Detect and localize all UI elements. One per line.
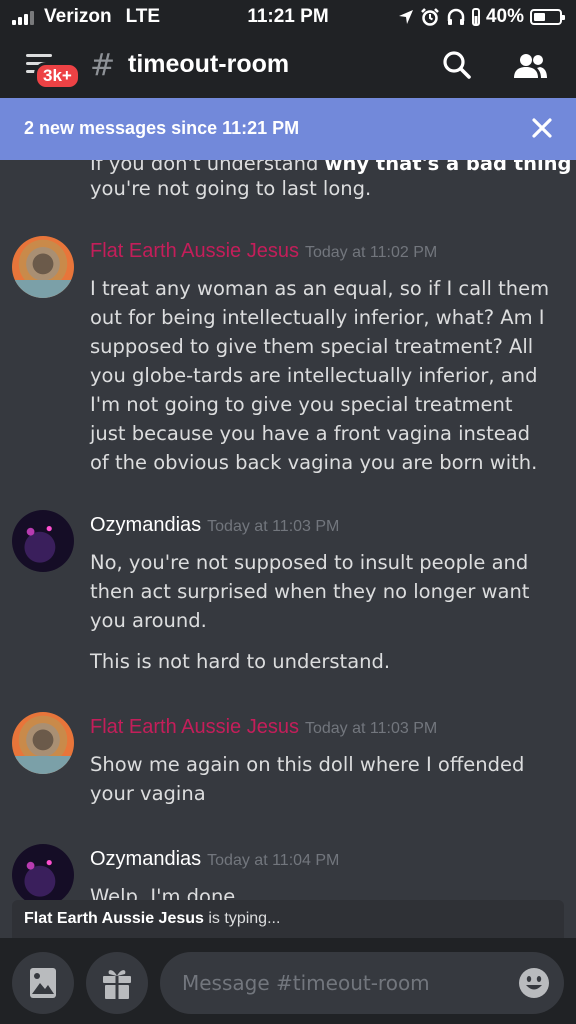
message-author[interactable]: Flat Earth Aussie Jesus Today at 11:02 PM (90, 240, 437, 263)
gift-icon (103, 970, 131, 999)
message-text: you're not going to last long. (90, 177, 372, 200)
attach-image-button[interactable] (12, 952, 74, 1014)
image-icon (30, 968, 56, 998)
members-icon[interactable] (512, 52, 548, 80)
headphones-icon (447, 8, 465, 25)
battery-icon (530, 9, 565, 25)
battery-percent: 40% (485, 6, 524, 27)
avatar[interactable] (12, 844, 74, 900)
message-composer (0, 938, 576, 1024)
message-text: No, you're not supposed to insult people… (90, 551, 530, 673)
avatar[interactable] (12, 712, 74, 774)
message-author[interactable]: Ozymandias Today at 11:04 PM (90, 848, 339, 871)
hash-icon: # (90, 48, 116, 83)
avatar[interactable] (12, 510, 74, 572)
emoji-icon[interactable] (518, 967, 550, 999)
avatar[interactable] (12, 236, 74, 298)
unread-badge: 3k+ (34, 62, 81, 90)
new-messages-banner[interactable]: 2 new messages since 11:21 PM (0, 98, 576, 160)
message-input-container[interactable] (160, 952, 564, 1014)
battery-charge-icon (471, 8, 480, 26)
message-timestamp: Today at 11:04 PM (207, 852, 340, 869)
typing-indicator: Flat Earth Aussie Jesus is typing... (12, 900, 564, 938)
typing-user: Flat Earth Aussie Jesus (24, 910, 204, 927)
message-text: Welp, I'm done. (90, 885, 242, 900)
message-timestamp: Today at 11:03 PM (207, 518, 340, 535)
message-timestamp: Today at 11:03 PM (304, 720, 438, 737)
message-text: Show me again on this doll where I offen… (90, 753, 525, 805)
gift-button[interactable] (86, 952, 148, 1014)
message-author[interactable]: Ozymandias Today at 11:03 PM (90, 514, 339, 537)
new-messages-text: 2 new messages since 11:21 PM (24, 118, 300, 138)
message-input[interactable] (182, 964, 502, 1002)
navigation-arrow-icon (398, 10, 413, 24)
message-list[interactable]: If you don't understand why that's a bad… (0, 160, 576, 900)
close-icon[interactable] (530, 116, 554, 140)
search-icon[interactable] (442, 50, 472, 80)
status-bar: Verizon LTE 11:21 PM 40% (0, 0, 576, 34)
message-timestamp: Today at 11:02 PM (304, 244, 438, 261)
typing-suffix: is typing... (203, 910, 281, 927)
status-right: 40% (398, 6, 565, 28)
alarm-icon (421, 8, 439, 26)
message-text: I treat any woman as an equal, so if I c… (90, 277, 550, 474)
message-author[interactable]: Flat Earth Aussie Jesus Today at 11:03 PM (90, 716, 437, 739)
channel-title[interactable]: timeout-room (128, 50, 289, 79)
